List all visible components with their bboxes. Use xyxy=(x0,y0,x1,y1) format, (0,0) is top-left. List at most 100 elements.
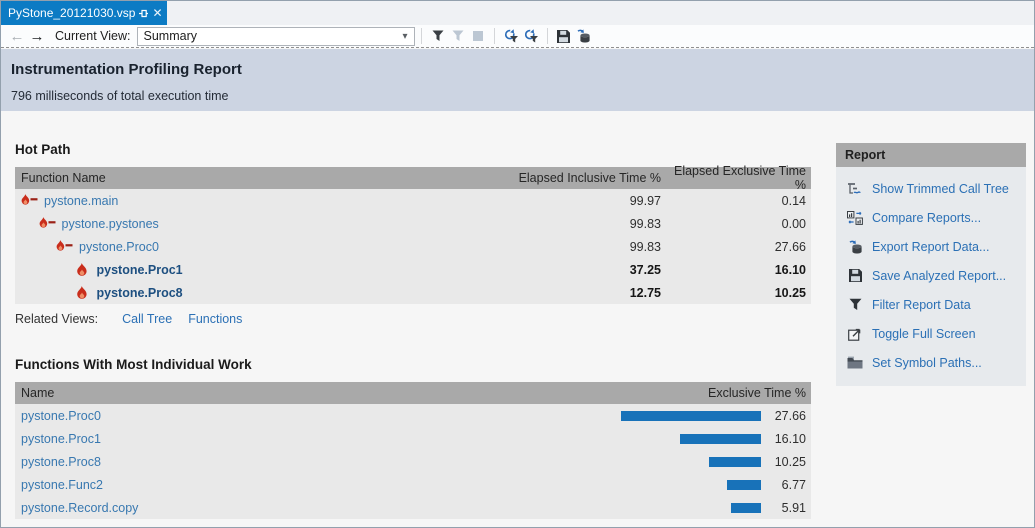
inclusive-time-value: 99.83 xyxy=(491,217,661,231)
related-views-label: Related Views: xyxy=(15,312,98,326)
report-header: Instrumentation Profiling Report 796 mil… xyxy=(1,49,1034,111)
compare-reports-icon xyxy=(846,211,864,225)
save-icon xyxy=(846,269,864,282)
report-panel-item[interactable]: Set Symbol Paths... xyxy=(836,348,1026,377)
exclusive-time-value: 0.00 xyxy=(661,217,811,231)
related-views: Related Views: Call Tree Functions xyxy=(15,312,242,326)
work-row: pystone.Func2 6.77 xyxy=(15,473,811,496)
exclusive-time-bar xyxy=(727,480,761,490)
exclusive-time-value: 0.14 xyxy=(661,194,811,208)
filter-icon[interactable] xyxy=(428,27,448,45)
filter-disabled-icon xyxy=(448,27,468,45)
current-view-value: Summary xyxy=(144,29,397,43)
trimmed-call-tree-icon xyxy=(846,182,864,196)
function-link[interactable]: pystone.Proc0 xyxy=(79,240,159,254)
toolbar-separator xyxy=(547,28,548,44)
exclusive-time-bar-zone xyxy=(611,480,761,490)
function-cell: pystone.Proc8 xyxy=(15,286,491,300)
tab-title: PyStone_20121030.vsp xyxy=(8,6,135,20)
apply-filter-icon[interactable] xyxy=(501,27,521,45)
close-icon[interactable]: ✕ xyxy=(152,6,162,20)
individual-work-table: Name Exclusive Time % pystone.Proc027.66… xyxy=(15,382,811,519)
report-panel: Report Show Trimmed Call TreeCompare Rep… xyxy=(836,143,1026,386)
exclusive-time-value: 10.25 xyxy=(661,286,811,300)
back-icon[interactable]: ← xyxy=(7,29,27,44)
report-panel-item[interactable]: Filter Report Data xyxy=(836,290,1026,319)
individual-work-table-header: Name Exclusive Time % xyxy=(15,382,811,404)
exclusive-time-bar xyxy=(680,434,761,444)
inclusive-time-value: 99.97 xyxy=(491,194,661,208)
hot-path-row: pystone.Proc0 99.8327.66 xyxy=(15,235,811,258)
column-exclusive-time-pct[interactable]: Exclusive Time % xyxy=(611,386,811,400)
report-panel-item[interactable]: Show Trimmed Call Tree xyxy=(836,174,1026,203)
flame-icon xyxy=(74,286,91,300)
column-function-name[interactable]: Function Name xyxy=(15,171,491,185)
exclusive-time-bar xyxy=(621,411,761,421)
function-cell: pystone.main xyxy=(15,194,491,208)
current-view-dropdown[interactable]: Summary ▾ xyxy=(137,27,415,46)
work-row: pystone.Record.copy5.91 xyxy=(15,496,811,519)
pin-icon[interactable] xyxy=(138,6,149,20)
exclusive-time-value: 16.10 xyxy=(761,432,811,446)
report-panel-item-label: Compare Reports... xyxy=(872,211,981,225)
related-view-call-tree[interactable]: Call Tree xyxy=(122,312,172,326)
current-view-label: Current View: xyxy=(55,29,131,43)
function-link[interactable]: pystone.Proc8 xyxy=(97,286,183,300)
exclusive-time-value: 27.66 xyxy=(661,240,811,254)
hot-path-row: pystone.Proc1 37.2516.10 xyxy=(15,258,811,281)
report-panel-item[interactable]: Export Report Data... xyxy=(836,232,1026,261)
work-row: pystone.Proc1 16.10 xyxy=(15,427,811,450)
hotpath-branch-icon xyxy=(56,240,73,253)
export-data-icon[interactable] xyxy=(574,27,594,45)
hotpath-branch-icon xyxy=(39,217,56,230)
save-icon[interactable] xyxy=(554,27,574,45)
function-link[interactable]: pystone.Record.copy xyxy=(15,501,611,515)
chevron-down-icon: ▾ xyxy=(396,31,413,42)
function-link[interactable]: pystone.Proc1 xyxy=(15,432,611,446)
function-cell: pystone.Proc1 xyxy=(15,263,491,277)
function-link[interactable]: pystone.pystones xyxy=(62,217,159,231)
hot-path-row: pystone.pystones 99.830.00 xyxy=(15,212,811,235)
report-panel-item-label: Show Trimmed Call Tree xyxy=(872,182,1009,196)
report-panel-item-label: Toggle Full Screen xyxy=(872,327,976,341)
function-cell: pystone.pystones xyxy=(15,217,491,231)
function-link[interactable]: pystone.Proc0 xyxy=(15,409,611,423)
document-tab[interactable]: PyStone_20121030.vsp ✕ xyxy=(1,1,167,25)
tab-strip: PyStone_20121030.vsp ✕ xyxy=(1,1,1034,25)
exclusive-time-bar-zone xyxy=(611,411,761,421)
hot-path-table-header: Function Name Elapsed Inclusive Time % E… xyxy=(15,167,811,189)
function-link[interactable]: pystone.Proc1 xyxy=(97,263,183,277)
related-view-functions[interactable]: Functions xyxy=(188,312,242,326)
function-cell: pystone.Proc0 xyxy=(15,240,491,254)
column-name[interactable]: Name xyxy=(15,386,611,400)
hot-path-table-body: pystone.main 99.970.14 pystone.pystones 99.… xyxy=(15,189,811,304)
hotpath-branch-icon xyxy=(21,194,38,207)
forward-icon[interactable]: → xyxy=(27,29,47,44)
toolbar-separator xyxy=(494,28,495,44)
toolbar-separator xyxy=(421,28,422,44)
hot-path-row: pystone.main 99.970.14 xyxy=(15,189,811,212)
hot-path-table: Function Name Elapsed Inclusive Time % E… xyxy=(15,167,811,304)
exclusive-time-bar-zone xyxy=(611,503,761,513)
report-panel-item[interactable]: Toggle Full Screen xyxy=(836,319,1026,348)
stop-icon xyxy=(468,27,488,45)
inclusive-time-value: 37.25 xyxy=(491,263,661,277)
reapply-filter-icon[interactable] xyxy=(521,27,541,45)
page-title: Instrumentation Profiling Report xyxy=(11,61,1024,78)
inclusive-time-value: 99.83 xyxy=(491,240,661,254)
hot-path-row: pystone.Proc812.7510.25 xyxy=(15,281,811,304)
profiler-toolbar: ← → Current View: Summary ▾ xyxy=(1,25,1034,48)
work-row: pystone.Proc027.66 xyxy=(15,404,811,427)
exclusive-time-value: 6.77 xyxy=(761,478,811,492)
report-panel-item[interactable]: Save Analyzed Report... xyxy=(836,261,1026,290)
exclusive-time-bar-zone xyxy=(611,457,761,467)
function-link[interactable]: pystone.main xyxy=(44,194,118,208)
hot-path-title: Hot Path xyxy=(15,142,71,157)
function-link[interactable]: pystone.Proc8 xyxy=(15,455,611,469)
exclusive-time-bar-zone xyxy=(611,434,761,444)
exclusive-time-value: 16.10 xyxy=(661,263,811,277)
function-link[interactable]: pystone.Func2 xyxy=(15,478,611,492)
column-inclusive-time[interactable]: Elapsed Inclusive Time % xyxy=(491,171,661,185)
column-exclusive-time[interactable]: Elapsed Exclusive Time % xyxy=(661,164,811,192)
report-panel-item[interactable]: Compare Reports... xyxy=(836,203,1026,232)
